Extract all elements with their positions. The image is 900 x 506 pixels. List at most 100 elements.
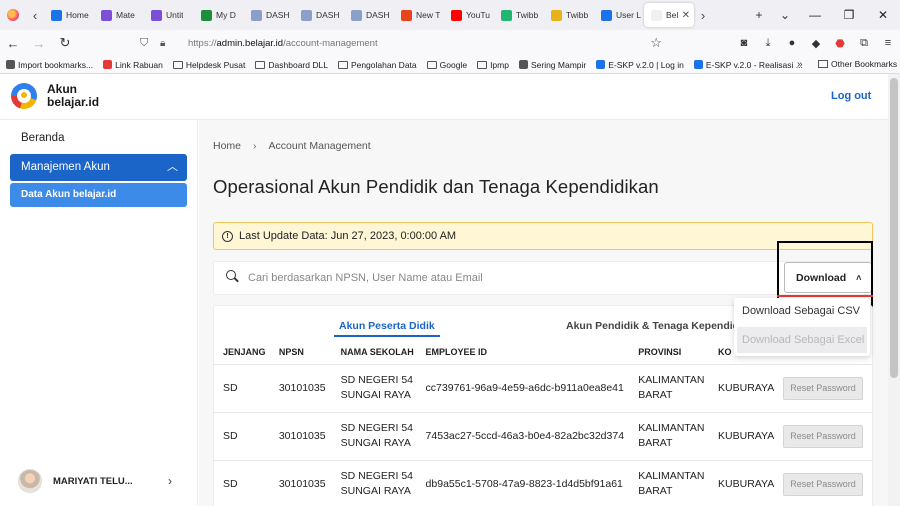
back-icon[interactable]: ← (0, 36, 26, 51)
browser-nav-bar: ← → ↻ ⛉ 🔒︎ https://admin.belajar.id/acco… (0, 30, 900, 56)
bookmark-label: Helpdesk Pusat (185, 59, 246, 70)
tab-favicon-icon (451, 9, 462, 21)
tab-akun-peserta-didik[interactable]: Akun Peserta Didik (334, 320, 440, 337)
bookmark-star-icon[interactable]: ☆ (650, 35, 662, 51)
tab-list-forward-icon[interactable]: › (694, 0, 712, 30)
downloads-icon[interactable]: ⤓ (756, 37, 780, 50)
scrollbar-thumb[interactable] (890, 78, 898, 378)
bookmark-label: Dashboard DLL (268, 59, 328, 70)
chevron-up-icon: ︿ (167, 161, 178, 173)
reset-password-button[interactable]: Reset Password (783, 472, 863, 496)
bookmark-item[interactable]: E-SKP v.2.0 | Log in (596, 60, 684, 70)
search-input[interactable] (248, 268, 768, 288)
browser-tab[interactable]: Twibb (544, 0, 594, 30)
cell-kota: KUBURAYA (709, 460, 775, 506)
bookmark-item[interactable]: E-SKP v.2.0 - Realisasi ... (693, 60, 803, 70)
globe-icon (693, 60, 703, 69)
other-bookmarks[interactable]: Other Bookmarks (818, 59, 897, 69)
browser-tab[interactable]: Home (44, 0, 94, 30)
sidebar-item-beranda[interactable]: Beranda (21, 132, 64, 144)
restore-icon[interactable]: ❐ (832, 8, 866, 22)
app-menu-icon[interactable]: ≡ (876, 37, 900, 49)
avatar (18, 469, 42, 493)
cell-kota: KUBURAYA (709, 364, 775, 413)
tracking-shield-icon[interactable]: ⛉ (140, 37, 154, 50)
annotation-red-line (777, 295, 873, 297)
breadcrumb-home[interactable]: Home (213, 140, 241, 152)
bookmark-label: Link Rabuan (115, 59, 163, 70)
column-header: EMPLOYEE ID (416, 340, 630, 365)
reset-password-button[interactable]: Reset Password (783, 376, 863, 400)
site-info-lock-icon[interactable]: 🔒︎ (160, 38, 176, 49)
list-all-tabs-icon[interactable]: ⌄ (772, 8, 798, 22)
browser-tab[interactable]: Bel ✕ (644, 3, 694, 27)
bookmarks-overflow-icon[interactable]: » (797, 59, 803, 70)
bookmark-item[interactable]: Helpdesk Pusat (172, 59, 246, 70)
cell-jenjang: SD (214, 460, 270, 506)
extensions-puzzle-icon[interactable]: ⧉ (852, 37, 876, 50)
sidebar-group-manajemen-akun[interactable]: Manajemen Akun ︿ (10, 154, 187, 181)
download-csv-option[interactable]: Download Sebagai CSV (734, 298, 870, 324)
brand-name[interactable]: Akun belajar.id (47, 83, 99, 109)
belajar-id-logo-icon[interactable] (11, 83, 37, 109)
bookmark-item[interactable]: Pengolahan Data (337, 59, 417, 70)
bookmark-item[interactable]: Ipmp (477, 60, 509, 70)
bookmarks-toolbar: Import bookmarks... Link Rabuan Helpdesk P… (0, 56, 900, 74)
tab-list-back-icon[interactable]: ‹ (26, 0, 44, 30)
folder-icon (818, 60, 828, 68)
bookmark-item[interactable]: Dashboard DLL (255, 60, 328, 70)
adblock-icon[interactable]: ⬣ (828, 37, 852, 50)
new-tab-icon[interactable]: + (746, 8, 772, 22)
browser-tab[interactable]: My D (194, 0, 244, 30)
browser-tab[interactable]: YouTu (444, 0, 494, 30)
sidebar-item-data-akun[interactable]: Data Akun belajar.id (10, 183, 187, 207)
page-scrollbar[interactable] (888, 74, 900, 506)
cell-employee-id: cc739761-96a9-4e59-a6dc-b911a0ea8e41 (416, 364, 630, 413)
tab-favicon-icon (301, 9, 312, 21)
table-row: SD 30101035 SD NEGERI 54 SUNGAI RAYA 7453ac… (214, 412, 872, 461)
folder-icon (426, 60, 437, 69)
bookmark-item[interactable]: Import bookmarks... (6, 60, 93, 70)
logout-link[interactable]: Log out (831, 90, 871, 102)
browser-tab[interactable]: DASH (294, 0, 344, 30)
bookmark-item[interactable]: Sering Mampir (518, 60, 586, 70)
download-dropdown-menu: Download Sebagai CSV Download Sebagai Ex… (734, 298, 870, 356)
tab-favicon-icon (401, 9, 412, 21)
address-bar[interactable]: ⛉ 🔒︎ https://admin.belajar.id/account-ma… (140, 33, 668, 53)
cell-action: Reset Password (774, 412, 872, 461)
bookmark-label: Pengolahan Data (350, 59, 417, 70)
tab-label: User L (616, 10, 642, 20)
tab-favicon-icon (651, 9, 662, 21)
browser-tab[interactable]: User L (594, 0, 644, 30)
account-icon[interactable]: ● (780, 37, 804, 49)
firefox-menu-icon[interactable] (0, 0, 26, 30)
close-window-icon[interactable]: ✕ (866, 8, 900, 22)
brand-line-2: belajar.id (47, 95, 100, 109)
tab-label: Untit (166, 10, 184, 20)
reload-icon[interactable]: ↻ (52, 35, 78, 51)
tab-akun-pendidik[interactable]: Akun Pendidik & Tenaga Kependidik (566, 320, 748, 332)
extension-icon[interactable]: ◆ (804, 37, 828, 50)
folder-icon (337, 60, 348, 69)
user-profile-menu[interactable]: MARIYATI TELU... › (0, 464, 198, 498)
download-excel-option[interactable]: Download Sebagai Excel (737, 327, 867, 353)
cell-employee-id: 7453ac27-5ccd-46a3-b0e4-82a2bc32d374 (416, 412, 630, 461)
forward-icon[interactable]: → (26, 36, 52, 51)
browser-tab[interactable]: Mate (94, 0, 144, 30)
bookmark-label: E-SKP v.2.0 | Log in (608, 59, 684, 70)
browser-tab[interactable]: DASH (344, 0, 394, 30)
browser-tab[interactable]: New T (394, 0, 444, 30)
folder-icon (477, 60, 488, 69)
bookmark-item[interactable]: Google (426, 60, 467, 70)
globe-icon (596, 60, 606, 69)
url-text[interactable]: https://admin.belajar.id/account-managem… (188, 38, 378, 49)
pocket-icon[interactable]: ◙ (732, 37, 756, 49)
browser-tab[interactable]: DASH (244, 0, 294, 30)
browser-tab[interactable]: Untit (144, 0, 194, 30)
close-tab-icon[interactable]: ✕ (682, 10, 694, 21)
reset-password-button[interactable]: Reset Password (783, 424, 863, 448)
search-bar (213, 261, 873, 295)
minimize-icon[interactable]: — (798, 8, 832, 22)
browser-tab[interactable]: Twibb (494, 0, 544, 30)
bookmark-item[interactable]: Link Rabuan (103, 60, 163, 70)
